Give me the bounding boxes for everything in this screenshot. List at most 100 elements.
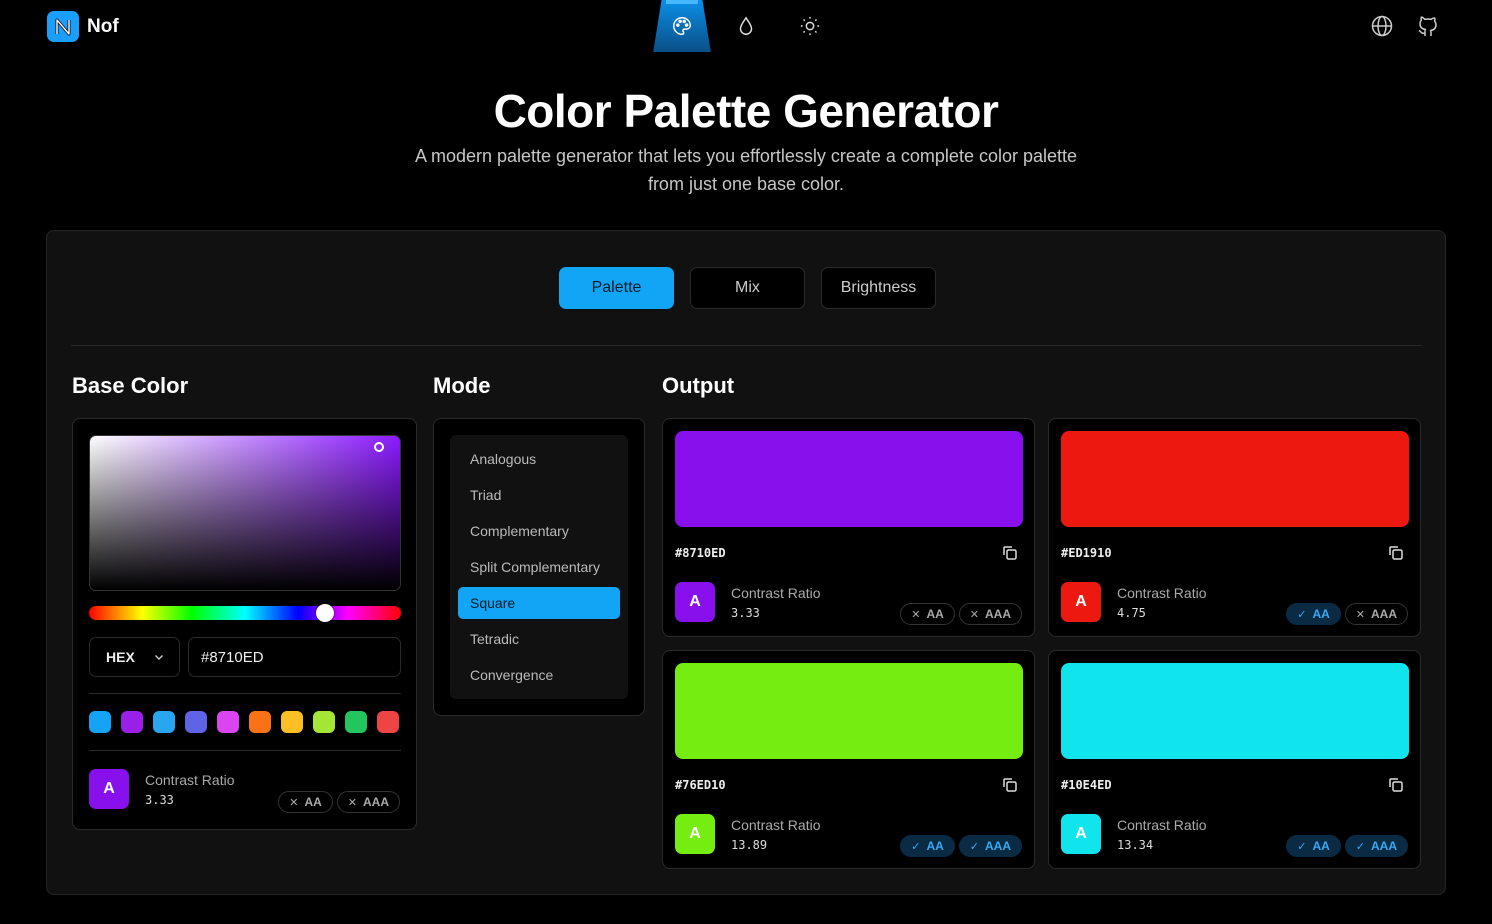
wcag-badges: ✓ AA ✕ AAA [1286, 603, 1408, 625]
aa-badge: ✓ AA [1286, 603, 1341, 625]
mode-item-convergence[interactable]: Convergence [458, 659, 620, 691]
saturation-picker[interactable] [89, 435, 401, 591]
cross-icon: ✕ [969, 608, 979, 621]
wcag-badges: ✓ AA ✓ AAA [1286, 835, 1408, 857]
divider [89, 693, 401, 694]
mode-item-square[interactable]: Square [458, 587, 620, 619]
drop-icon [739, 16, 753, 35]
contrast-value: 13.34 [1117, 837, 1154, 852]
base-contrast: A Contrast Ratio 3.33 [89, 769, 234, 809]
mode-tabs: Palette Mix Brightness [559, 267, 936, 309]
aaa-badge: ✓ AAA [1344, 835, 1408, 857]
aaa-label: AAA [985, 607, 1011, 621]
nav-palette[interactable] [653, 0, 711, 52]
nav-drop[interactable] [714, 0, 778, 52]
check-icon: ✓ [911, 840, 921, 853]
preset-swatch[interactable] [377, 711, 399, 733]
generator-panel: Palette Mix Brightness Base Color Mode O… [46, 230, 1446, 895]
globe-icon[interactable] [1370, 14, 1394, 38]
color-swatch [1061, 663, 1409, 759]
palette-icon [673, 17, 691, 35]
cross-icon: ✕ [911, 608, 921, 621]
aa-label: AA [1312, 607, 1330, 621]
aaa-label: AAA [1371, 607, 1397, 621]
aaa-badge: ✕ AAA [1344, 603, 1408, 625]
check-icon: ✓ [1355, 840, 1365, 853]
preset-swatch[interactable] [281, 711, 303, 733]
preset-swatch[interactable] [313, 711, 335, 733]
copy-icon[interactable] [1387, 776, 1405, 794]
output-contrast: A Contrast Ratio 3.33 [675, 582, 820, 622]
check-icon: ✓ [1297, 608, 1307, 621]
preset-swatch[interactable] [153, 711, 175, 733]
contrast-preview: A [675, 582, 715, 622]
output-contrast: A Contrast Ratio 13.34 [1061, 814, 1206, 854]
preset-swatch[interactable] [345, 711, 367, 733]
output-contrast: A Contrast Ratio 4.75 [1061, 582, 1206, 622]
color-swatch [675, 431, 1023, 527]
mode-item-analogous[interactable]: Analogous [458, 443, 620, 475]
color-swatch [1061, 431, 1409, 527]
divider [89, 750, 401, 751]
output-card: #8710ED A Contrast Ratio 3.33 ✕ AA ✕ AAA [662, 418, 1035, 637]
mode-item-triad[interactable]: Triad [458, 479, 620, 511]
sun-icon [800, 16, 820, 36]
contrast-value: 13.89 [731, 837, 768, 852]
preset-swatch[interactable] [121, 711, 143, 733]
aa-label: AA [1312, 839, 1330, 853]
brand[interactable]: Nof [47, 11, 119, 42]
hex-input[interactable] [188, 637, 401, 677]
output-card: #76ED10 A Contrast Ratio 13.89 ✓ AA ✓ AAA [662, 650, 1035, 869]
hue-handle[interactable] [316, 604, 334, 622]
nav-icons [650, 0, 842, 52]
copy-icon[interactable] [1001, 544, 1019, 562]
check-icon: ✓ [969, 840, 979, 853]
tab-mix[interactable]: Mix [690, 267, 805, 309]
mode-item-tetradic[interactable]: Tetradic [458, 623, 620, 655]
nav-brightness[interactable] [778, 0, 842, 52]
brand-name: Nof [87, 15, 119, 37]
preset-swatch[interactable] [217, 711, 239, 733]
contrast-label: Contrast Ratio [145, 771, 235, 788]
aa-badge: ✕ AA [900, 603, 955, 625]
cross-icon: ✕ [347, 796, 357, 809]
aaa-badge: ✕ AAA [958, 603, 1022, 625]
aa-badge: ✕ AA [278, 791, 333, 813]
aa-label: AA [926, 839, 944, 853]
contrast-value: 3.33 [145, 792, 174, 807]
preset-swatch[interactable] [249, 711, 271, 733]
mode-item-complementary[interactable]: Complementary [458, 515, 620, 547]
contrast-preview: A [1061, 582, 1101, 622]
aa-label: AA [926, 607, 944, 621]
hue-slider[interactable] [89, 604, 401, 622]
aaa-label: AAA [1371, 839, 1397, 853]
contrast-label: Contrast Ratio [1117, 816, 1207, 833]
output-heading: Output [662, 373, 735, 398]
contrast-label: Contrast Ratio [1117, 584, 1207, 601]
output-card: #ED1910 A Contrast Ratio 4.75 ✓ AA ✕ AAA [1048, 418, 1421, 637]
aaa-badge: ✕ AAA [336, 791, 400, 813]
top-bar: Nof [0, 0, 1492, 54]
mode-list: Analogous Triad Complementary Split Comp… [450, 435, 628, 699]
tab-palette[interactable]: Palette [559, 267, 674, 309]
color-swatch [675, 663, 1023, 759]
hex-label: #8710ED [675, 546, 726, 560]
preset-swatches [89, 711, 399, 733]
tab-brightness[interactable]: Brightness [821, 267, 936, 309]
copy-icon[interactable] [1001, 776, 1019, 794]
aa-badge: ✓ AA [900, 835, 955, 857]
base-badges: ✕ AA ✕ AAA [278, 791, 400, 813]
preset-swatch[interactable] [89, 711, 111, 733]
wcag-badges: ✕ AA ✕ AAA [900, 603, 1022, 625]
aaa-label: AAA [985, 839, 1011, 853]
contrast-preview: A [675, 814, 715, 854]
copy-icon[interactable] [1387, 544, 1405, 562]
saturation-handle[interactable] [374, 442, 384, 452]
hex-label: #ED1910 [1061, 546, 1112, 560]
page-title: Color Palette Generator [493, 85, 999, 137]
preset-swatch[interactable] [185, 711, 207, 733]
format-select[interactable]: HEX [89, 637, 180, 677]
mode-item-split-complementary[interactable]: Split Complementary [458, 551, 620, 583]
contrast-value: 3.33 [731, 605, 760, 620]
github-icon[interactable] [1416, 14, 1440, 38]
